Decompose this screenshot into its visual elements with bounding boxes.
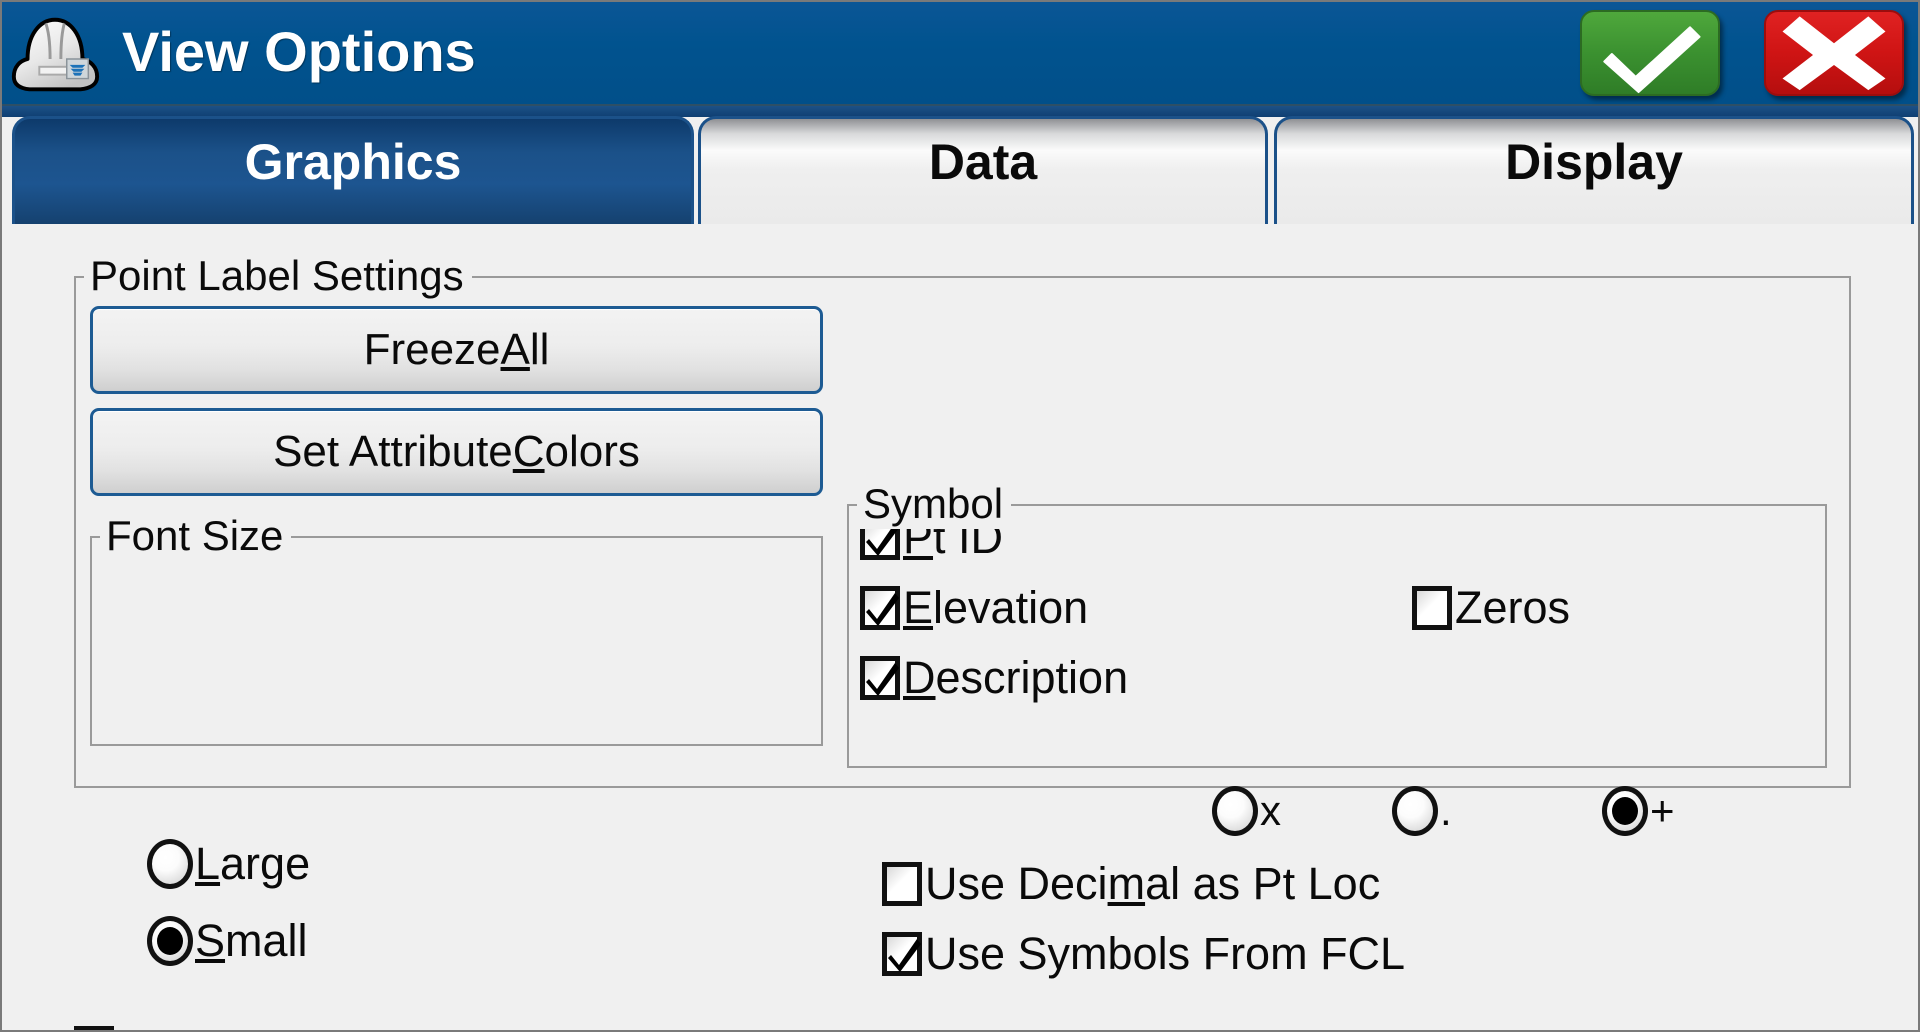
radio-font-size-large[interactable]: Large bbox=[147, 839, 310, 889]
checkbox-use-symbols-from-fcl[interactable]: Use Symbols From FCL bbox=[882, 930, 1405, 978]
graphics-tab-panel: Point Label Settings Freeze All Set Attr… bbox=[2, 224, 1918, 1030]
symbol-title: Symbol bbox=[857, 479, 1012, 529]
tab-graphics-label: Graphics bbox=[244, 134, 462, 190]
symbol-group: Symbol bbox=[847, 479, 1827, 768]
tab-data-label: Data bbox=[928, 134, 1038, 190]
set-attr-text-b: olors bbox=[544, 427, 640, 476]
freeze-all-label: Freeze All bbox=[93, 309, 820, 391]
tab-bar: Graphics Data Display bbox=[2, 106, 1918, 224]
set-attr-accel: C bbox=[512, 427, 545, 476]
radio-symbol-dot-label: . bbox=[1440, 787, 1452, 834]
freeze-all-button[interactable]: Freeze All bbox=[90, 306, 823, 394]
checkbox-use-symbols-label: Use Symbols From FCL bbox=[925, 928, 1406, 979]
small-text: mall bbox=[225, 915, 308, 966]
page-title: View Options bbox=[122, 20, 476, 83]
small-accel: S bbox=[195, 915, 226, 966]
set-attribute-colors-button[interactable]: Set Attribute Colors bbox=[90, 408, 823, 496]
tab-display[interactable]: Display bbox=[1274, 116, 1914, 224]
large-accel: L bbox=[195, 838, 221, 889]
ok-button[interactable] bbox=[1580, 10, 1720, 96]
cancel-button[interactable] bbox=[1764, 10, 1904, 96]
checkbox-use-decimal-as-pt-loc[interactable]: Use Decimal as Pt Loc bbox=[882, 860, 1380, 908]
radio-unselected-icon bbox=[1392, 786, 1438, 836]
freeze-all-accel: A bbox=[500, 325, 530, 374]
radio-symbol-x[interactable]: x bbox=[1212, 786, 1281, 836]
tab-display-label: Display bbox=[1505, 134, 1683, 190]
radio-symbol-plus[interactable]: + bbox=[1602, 786, 1675, 836]
radio-selected-icon bbox=[147, 916, 193, 966]
only-last-text: nly Display Last Stored Point (Alt+F) bbox=[152, 1022, 876, 1031]
tab-data[interactable]: Data bbox=[698, 116, 1268, 224]
radio-font-size-small[interactable]: Small bbox=[147, 916, 308, 966]
checkbox-only-display-last-label: Only Display Last Stored Point (Alt+F) bbox=[117, 1022, 876, 1031]
radio-symbol-plus-label: + bbox=[1650, 787, 1675, 834]
set-attribute-colors-label: Set Attribute Colors bbox=[93, 411, 820, 493]
freeze-all-text-a: Freeze bbox=[363, 325, 501, 374]
radio-symbol-x-label: x bbox=[1260, 787, 1281, 834]
radio-font-size-small-label: Small bbox=[195, 917, 308, 965]
radio-selected-icon bbox=[1602, 786, 1648, 836]
title-bar: View Options bbox=[2, 2, 1918, 106]
font-size-group: Font Size bbox=[90, 511, 823, 746]
radio-unselected-icon bbox=[147, 839, 193, 889]
checkbox-unchecked-icon bbox=[74, 1026, 114, 1030]
checkbox-only-display-last-stored-point[interactable]: Only Display Last Stored Point (Alt+F) bbox=[74, 1022, 876, 1031]
checkmark-icon bbox=[1603, 26, 1701, 94]
checkbox-checked-icon bbox=[882, 932, 922, 976]
view-options-dialog: View Options Graphics Data Display Point… bbox=[0, 0, 1920, 1032]
radio-unselected-icon bbox=[1212, 786, 1258, 836]
checkbox-unchecked-icon bbox=[882, 862, 922, 906]
tab-graphics[interactable]: Graphics bbox=[12, 116, 694, 224]
use-decimal-text-b: al as Pt Loc bbox=[1145, 858, 1381, 909]
large-text: arge bbox=[220, 838, 311, 889]
x-icon bbox=[1782, 16, 1886, 91]
set-attr-text-a: Set Attribute bbox=[273, 427, 513, 476]
point-label-settings-title: Point Label Settings bbox=[84, 251, 472, 301]
use-decimal-accel: m bbox=[1107, 858, 1146, 909]
checkbox-use-decimal-label: Use Decimal as Pt Loc bbox=[925, 860, 1380, 908]
use-decimal-text-a: Use Deci bbox=[925, 858, 1108, 909]
font-size-title: Font Size bbox=[100, 511, 292, 561]
only-last-accel: O bbox=[117, 1022, 152, 1031]
hard-hat-icon bbox=[6, 8, 104, 100]
radio-symbol-dot[interactable]: . bbox=[1392, 786, 1452, 836]
radio-font-size-large-label: Large bbox=[195, 840, 310, 888]
freeze-all-text-b: ll bbox=[529, 325, 550, 374]
